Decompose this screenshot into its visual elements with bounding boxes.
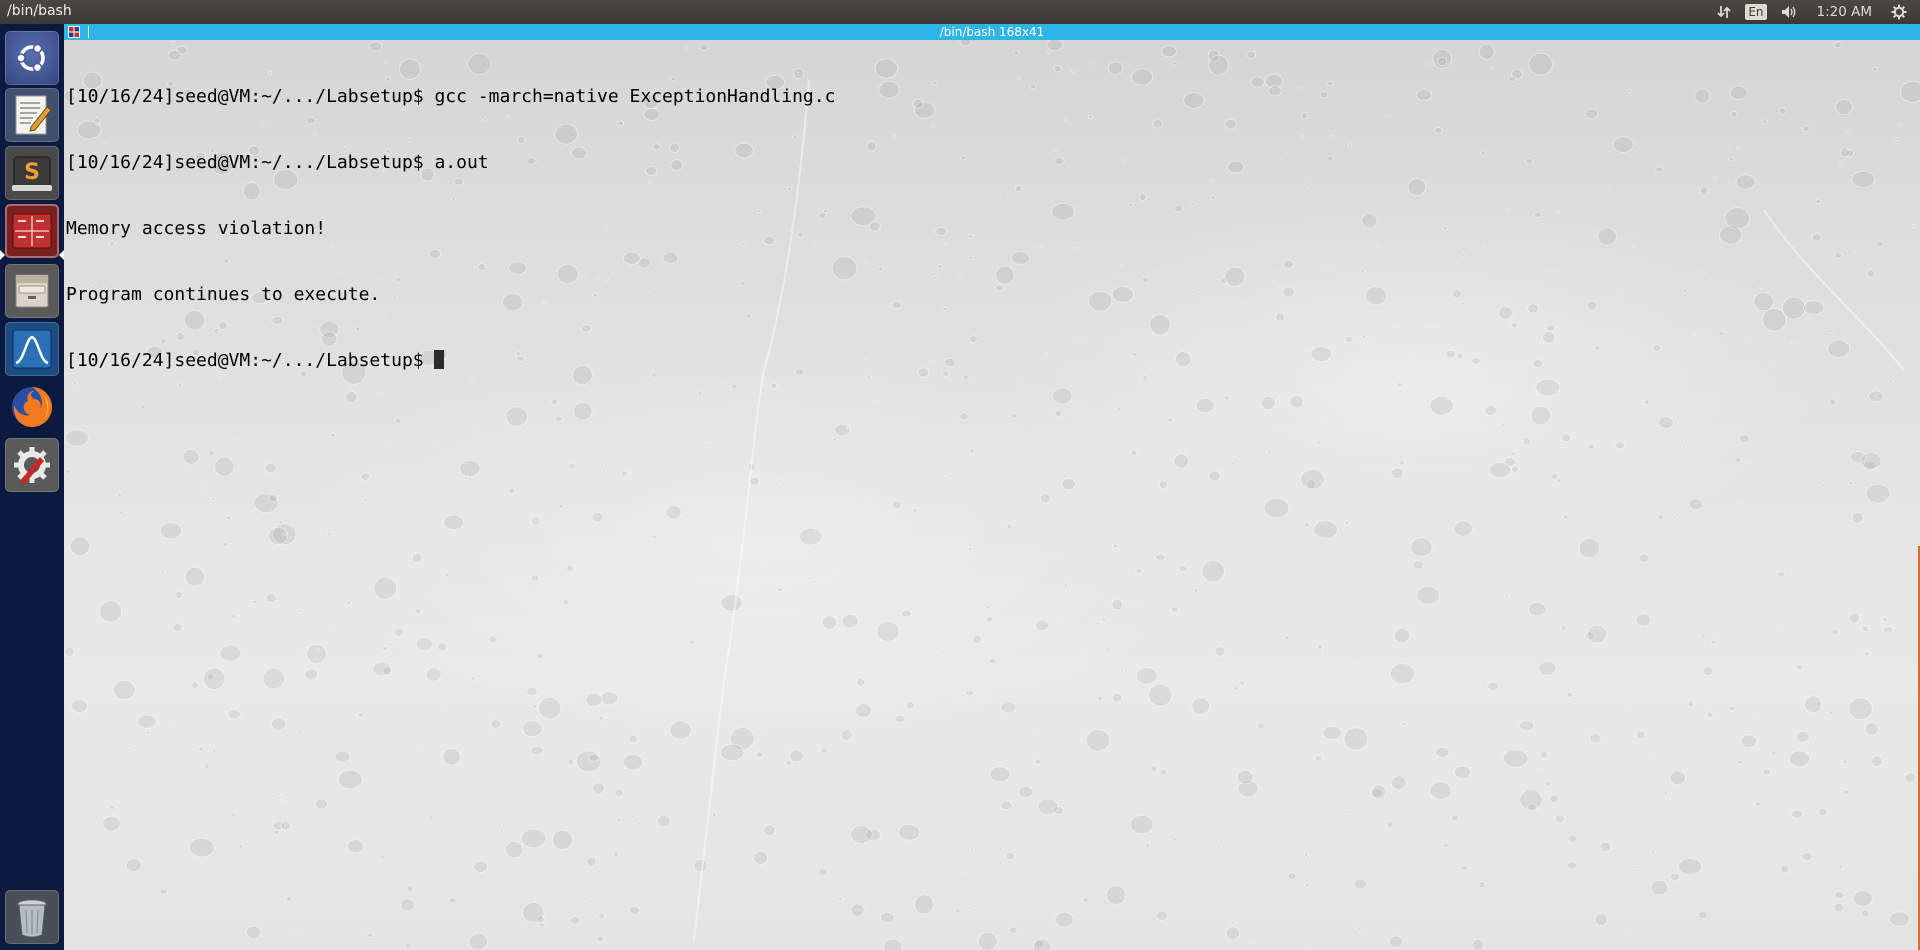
terminal-line: [10/16/24]seed@VM:~/.../Labsetup$ a.out (66, 152, 489, 173)
top-panel: /bin/bash En 1:20 AM (0, 0, 1920, 24)
terminal-titlebar[interactable]: /bin/bash 168x41 (64, 24, 1920, 40)
indicator-area: En 1:20 AM (1709, 0, 1914, 24)
firefox-icon[interactable] (5, 380, 59, 434)
terminal-prompt: [10/16/24]seed@VM:~/.../Labsetup$ (66, 350, 435, 371)
trash-icon[interactable] (5, 890, 59, 944)
terminal-prompt-line[interactable]: [10/16/24]seed@VM:~/.../Labsetup$ (66, 350, 835, 372)
clock[interactable]: 1:20 AM (1805, 0, 1885, 24)
terminal-output[interactable]: [10/16/24]seed@VM:~/.../Labsetup$ gcc -m… (66, 42, 835, 416)
sublime-text-icon[interactable]: S (5, 146, 59, 200)
launcher: S (0, 24, 65, 950)
terminal-cursor (434, 350, 445, 369)
keyboard-language-icon[interactable]: En (1745, 4, 1767, 20)
window-title: /bin/bash (7, 3, 72, 19)
active-app-indicator (0, 250, 5, 260)
terminal-window[interactable]: /bin/bash 168x41 [10/16/24]seed@VM:~/...… (64, 24, 1920, 950)
wireshark-icon[interactable] (5, 322, 59, 376)
terminal-body[interactable]: [10/16/24]seed@VM:~/.../Labsetup$ gcc -m… (64, 40, 1920, 950)
terminal-line: Memory access violation! (66, 218, 327, 239)
terminal-title: /bin/bash 168x41 (939, 25, 1045, 39)
svg-text:S: S (24, 160, 40, 185)
ubuntu-dash-icon[interactable] (5, 31, 59, 85)
terminal-line: Program continues to execute. (66, 284, 381, 305)
volume-icon[interactable] (1773, 0, 1805, 24)
terminal-line: [10/16/24]seed@VM:~/.../Labsetup$ gcc -m… (66, 86, 836, 107)
file-manager-icon[interactable] (5, 264, 59, 318)
text-editor-icon[interactable] (5, 88, 59, 142)
terminal-icon[interactable] (5, 204, 59, 258)
system-settings-icon[interactable] (5, 438, 59, 492)
settings-gear-icon[interactable] (1884, 0, 1914, 24)
network-icon[interactable] (1709, 0, 1739, 24)
